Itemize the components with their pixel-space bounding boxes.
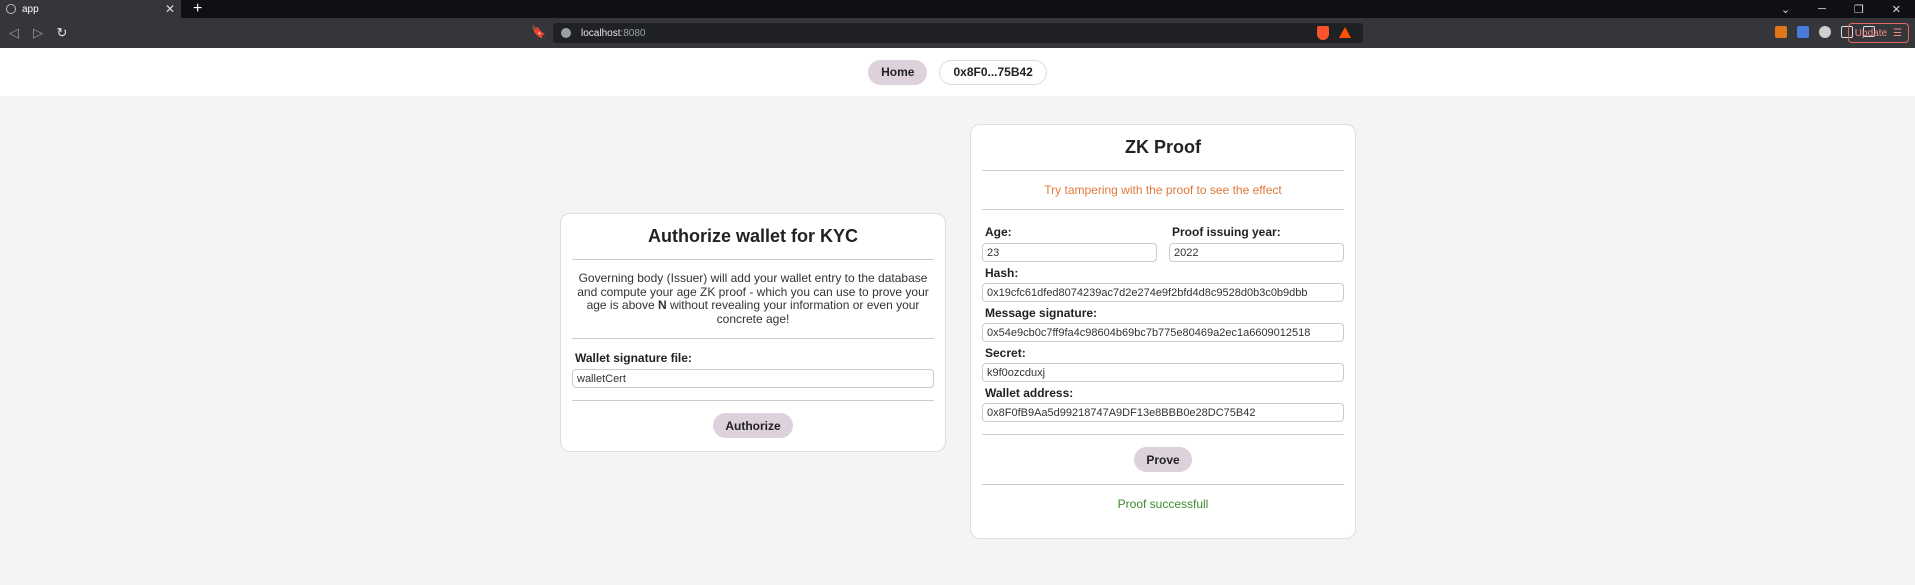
app-nav: Home 0x8F0...75B42: [0, 48, 1915, 96]
translate-icon[interactable]: [1797, 26, 1809, 38]
metamask-icon[interactable]: [1775, 26, 1787, 38]
message-signature-label: Message signature:: [985, 306, 1098, 320]
update-button[interactable]: Update ☰: [1847, 23, 1909, 43]
kyc-card: Authorize wallet for KYC Governing body …: [560, 213, 946, 452]
brave-shields-icon[interactable]: [1317, 26, 1329, 40]
wallet-address-input[interactable]: 0x8F0fB9Aa5d99218747A9DF13e8BBB0e28DC75B…: [982, 403, 1344, 422]
wallet-address-label: Wallet address:: [985, 386, 1074, 400]
restore-icon[interactable]: ❐: [1854, 3, 1864, 16]
zk-proof-card: ZK Proof Try tampering with the proof to…: [970, 124, 1356, 539]
url-port: :8080: [620, 27, 646, 39]
browser-tab-bar: app ✕ + ⌄ ─ ❐ ✕: [0, 0, 1915, 18]
hash-input[interactable]: 0x19cfc61dfed8074239ac7d2e274e9f2bfd4d8c…: [982, 283, 1344, 302]
tamper-hint: Try tampering with the proof to see the …: [1044, 183, 1282, 197]
divider: [982, 434, 1344, 435]
window-controls: ⌄ ─ ❐ ✕: [1781, 0, 1915, 18]
close-tab-icon[interactable]: ✕: [165, 2, 175, 16]
authorize-button[interactable]: Authorize: [713, 413, 793, 438]
proof-status: Proof successfull: [1117, 497, 1209, 511]
update-label: Update: [1854, 27, 1888, 39]
divider: [572, 338, 934, 339]
minimize-icon[interactable]: ─: [1818, 3, 1826, 15]
age-input[interactable]: 23: [982, 243, 1157, 262]
site-info-icon[interactable]: [561, 28, 571, 38]
tab-search-icon[interactable]: ⌄: [1781, 3, 1790, 16]
tab-title: app: [22, 3, 39, 15]
wallet-signature-input[interactable]: walletCert: [572, 369, 934, 388]
secret-label: Secret:: [985, 346, 1026, 360]
reload-icon[interactable]: ↻: [50, 25, 74, 41]
bookmark-icon[interactable]: 🔖: [531, 25, 546, 39]
kyc-desc-2: without revealing your information or ev…: [666, 298, 920, 326]
kyc-description: Governing body (Issuer) will add your wa…: [561, 271, 945, 326]
secret-input[interactable]: k9f0ozcduxj: [982, 363, 1344, 382]
address-bar[interactable]: localhost:8080: [553, 23, 1363, 43]
message-signature-input[interactable]: 0x54e9cb0c7ff9fa4c98604b69bc7b775e80469a…: [982, 323, 1344, 342]
prove-button[interactable]: Prove: [1134, 447, 1192, 472]
age-label: Age:: [985, 225, 1012, 239]
close-window-icon[interactable]: ✕: [1892, 3, 1901, 16]
kyc-title: Authorize wallet for KYC: [647, 226, 858, 246]
browser-tab[interactable]: app ✕: [0, 0, 181, 18]
brave-rewards-icon[interactable]: [1339, 27, 1351, 38]
wallet-address-button[interactable]: 0x8F0...75B42: [939, 59, 1047, 85]
divider: [572, 400, 934, 401]
proof-title: ZK Proof: [1125, 137, 1201, 157]
forward-icon[interactable]: ▷: [26, 25, 50, 41]
kyc-desc-bold: N: [657, 298, 667, 312]
divider: [982, 209, 1344, 210]
proof-year-input[interactable]: 2022: [1169, 243, 1344, 262]
wallet-signature-label: Wallet signature file:: [575, 351, 692, 365]
hash-label: Hash:: [985, 266, 1019, 280]
extensions-icon[interactable]: [1819, 26, 1831, 38]
proof-year-label: Proof issuing year:: [1172, 225, 1281, 239]
divider: [572, 259, 934, 260]
browser-toolbar: ◁ ▷ ↻ 🔖 localhost:8080 Update ☰: [0, 18, 1915, 48]
menu-icon: ☰: [1893, 27, 1902, 39]
home-button[interactable]: Home: [868, 59, 928, 85]
url-host: localhost: [581, 27, 621, 39]
new-tab-icon[interactable]: +: [193, 0, 202, 18]
divider: [982, 170, 1344, 171]
back-icon[interactable]: ◁: [2, 25, 26, 41]
globe-icon: [6, 4, 16, 14]
divider: [982, 484, 1344, 485]
